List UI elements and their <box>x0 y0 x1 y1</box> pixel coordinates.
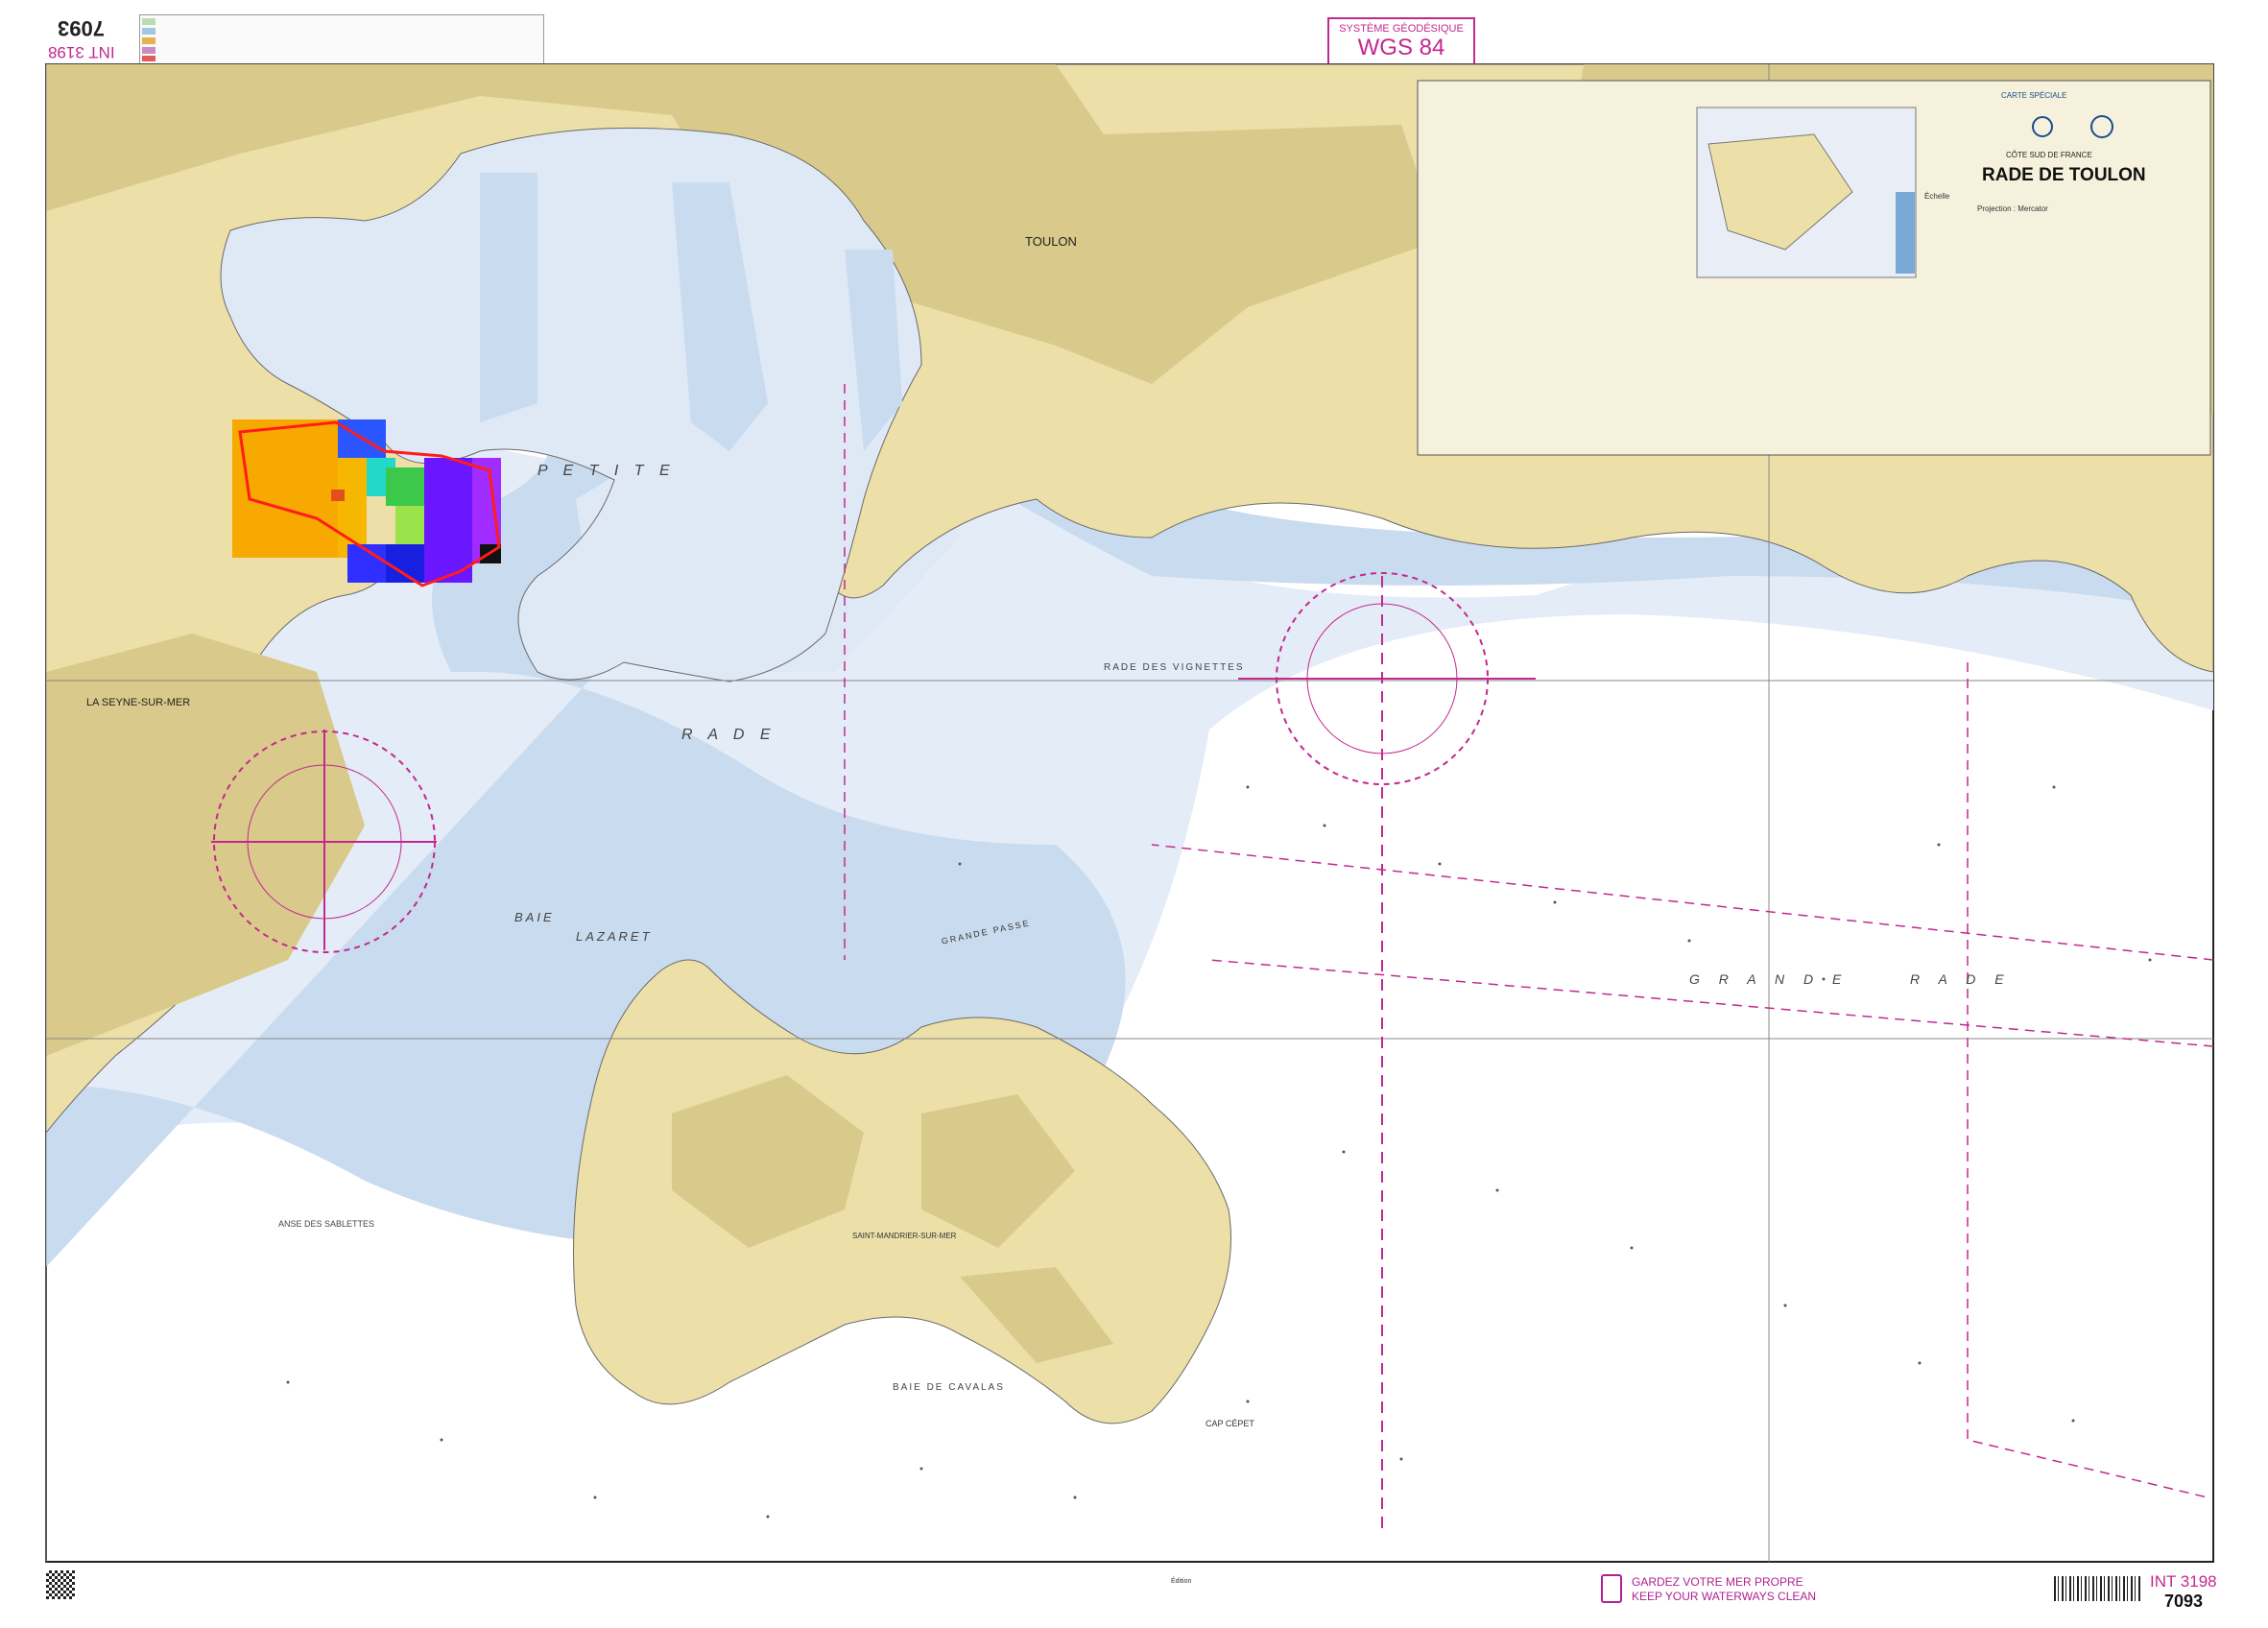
label-cap-cepet: CAP CÉPET <box>1206 1419 1254 1428</box>
cartouche-series: CARTE SPÉCIALE <box>2001 91 2067 100</box>
label-baie-cavalas: BAIE DE CAVALAS <box>893 1382 1005 1393</box>
recycle-icon <box>1601 1574 1622 1603</box>
label-rade-des-vignettes: RADE DES VIGNETTES <box>1104 662 1245 673</box>
footer-edition: Édition <box>1171 1578 1192 1585</box>
label-anse-sablettes: ANSE DES SABLETTES <box>278 1219 375 1229</box>
slogan-fr: GARDEZ VOTRE MER PROPRE <box>1632 1575 1803 1589</box>
cartouche-scale: Échelle <box>1924 192 1950 201</box>
chart-number: 7093 <box>2164 1592 2204 1611</box>
label-grande: G R A N D E <box>1689 971 1850 987</box>
label-grande-rade: R A D E <box>1910 971 2012 987</box>
label-petite: P E T I T E <box>537 463 676 479</box>
label-lazaret: LAZARET <box>576 929 653 944</box>
cartouche-region: CÔTE SUD DE FRANCE <box>2006 151 2092 159</box>
label-saint-mandrier: SAINT-MANDRIER-SUR-MER <box>852 1232 957 1240</box>
label-la-seyne: LA SEYNE-SUR-MER <box>86 697 191 708</box>
slogan-en: KEEP YOUR WATERWAYS CLEAN <box>1632 1590 1817 1603</box>
label-baie: BAIE <box>514 910 555 924</box>
cartouche-title: RADE DE TOULON <box>1982 165 2146 185</box>
nautical-chart <box>45 63 2214 1563</box>
label-toulon: TOULON <box>1025 234 1077 249</box>
barcode <box>2054 1576 2140 1601</box>
qr-code <box>46 1570 75 1599</box>
cartouche-projection: Projection : Mercator <box>1977 204 2048 213</box>
int-number: INT 3198 <box>2150 1572 2217 1591</box>
label-rade: R A D E <box>681 727 776 743</box>
